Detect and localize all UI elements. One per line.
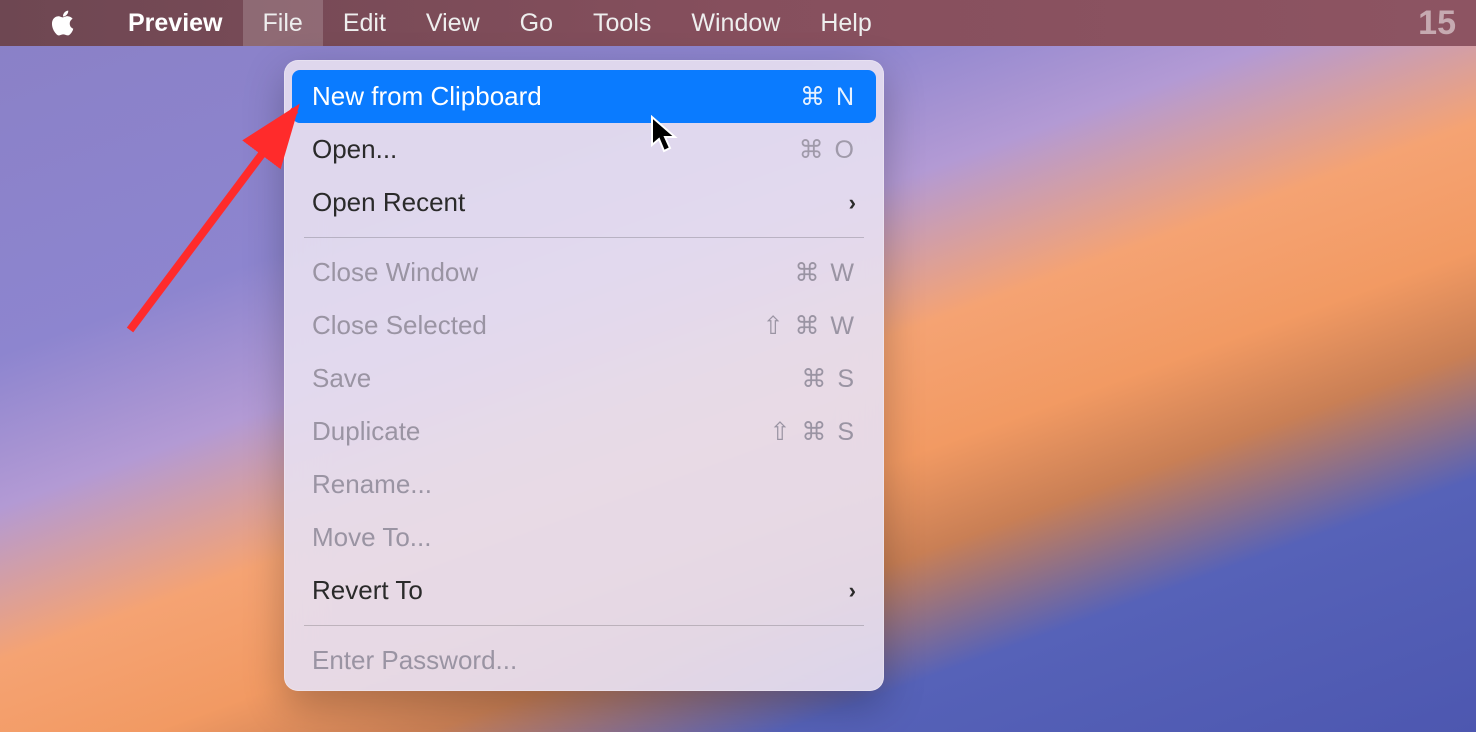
menu-item-move-to: Move To...: [284, 511, 884, 564]
menu-item-label: Move To...: [312, 522, 431, 553]
menubar-item-go[interactable]: Go: [500, 0, 573, 46]
apple-logo-icon[interactable]: [48, 8, 78, 38]
menubar: Preview File Edit View Go Tools Window H…: [0, 0, 1476, 46]
menu-item-enter-password: Enter Password...: [284, 634, 884, 687]
menu-item-label: Enter Password...: [312, 645, 517, 676]
menu-item-label: Open Recent: [312, 187, 465, 218]
menu-item-shortcut: ⌘ S: [801, 364, 856, 394]
menu-item-label: Close Selected: [312, 310, 487, 341]
menu-item-duplicate: Duplicate ⇧ ⌘ S: [284, 405, 884, 458]
menubar-item-help[interactable]: Help: [800, 0, 891, 46]
chevron-right-icon: ›: [849, 578, 856, 604]
menu-separator: [304, 625, 864, 626]
chevron-right-icon: ›: [849, 190, 856, 216]
menubar-item-edit[interactable]: Edit: [323, 0, 406, 46]
menubar-clock: 15: [1418, 4, 1466, 43]
menu-item-label: Rename...: [312, 469, 432, 500]
menu-item-rename: Rename...: [284, 458, 884, 511]
menu-item-new-from-clipboard[interactable]: New from Clipboard ⌘ N: [292, 70, 876, 123]
menu-separator: [304, 237, 864, 238]
menu-item-label: Revert To: [312, 575, 423, 606]
menubar-item-view[interactable]: View: [406, 0, 500, 46]
menubar-item-window[interactable]: Window: [671, 0, 800, 46]
menu-item-label: Close Window: [312, 257, 478, 288]
menu-item-label: Open...: [312, 134, 397, 165]
menu-item-label: Save: [312, 363, 371, 394]
menu-item-shortcut: ⌘ W: [794, 258, 856, 288]
menu-item-close-window: Close Window ⌘ W: [284, 246, 884, 299]
menu-item-label: Duplicate: [312, 416, 420, 447]
menu-item-label: New from Clipboard: [312, 81, 542, 112]
menu-item-shortcut: ⌘ O: [799, 135, 856, 165]
menubar-item-file[interactable]: File: [243, 0, 323, 46]
menubar-app-name[interactable]: Preview: [108, 0, 243, 46]
menu-item-shortcut: ⌘ N: [800, 82, 856, 112]
menu-item-shortcut: ⇧ ⌘ W: [763, 311, 856, 341]
menu-item-shortcut: ⇧ ⌘ S: [769, 417, 856, 447]
file-menu-dropdown: New from Clipboard ⌘ N Open... ⌘ O Open …: [284, 60, 884, 691]
menu-item-open[interactable]: Open... ⌘ O: [284, 123, 884, 176]
menu-item-open-recent[interactable]: Open Recent ›: [284, 176, 884, 229]
menubar-item-tools[interactable]: Tools: [573, 0, 671, 46]
menu-item-revert-to[interactable]: Revert To ›: [284, 564, 884, 617]
menu-item-close-selected: Close Selected ⇧ ⌘ W: [284, 299, 884, 352]
menu-item-save: Save ⌘ S: [284, 352, 884, 405]
